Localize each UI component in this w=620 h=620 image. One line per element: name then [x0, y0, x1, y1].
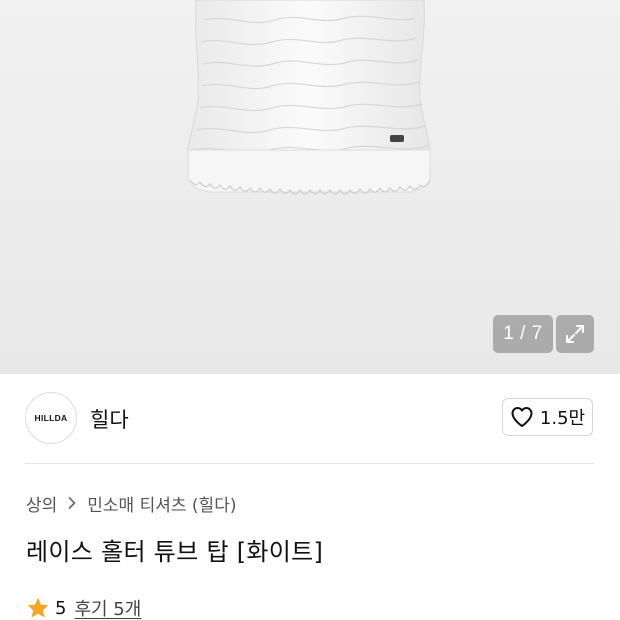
expand-image-button[interactable]	[556, 315, 594, 353]
image-counter: 1 / 7	[493, 315, 553, 353]
rating-score: 5	[55, 597, 67, 619]
breadcrumb-category[interactable]: 상의	[26, 491, 57, 516]
divider	[25, 463, 595, 464]
brand-name[interactable]: 힐다	[90, 404, 129, 434]
brand-logo-text: HILLDA	[34, 413, 68, 423]
heart-outline-icon	[511, 407, 533, 427]
like-button[interactable]: 1.5만	[502, 398, 593, 436]
rating-row: 5 후기 5개	[26, 594, 141, 620]
review-count-link[interactable]: 후기 5개	[74, 595, 141, 620]
product-title: 레이스 홀터 튜브 탑 [화이트]	[26, 538, 324, 566]
product-detail-page: 1 / 7 HILLDA 힐다 1.5만 상의 민소매 티셔츠 (힐다) 레이스…	[0, 0, 620, 620]
expand-icon	[566, 325, 584, 343]
breadcrumb-subcategory[interactable]: 민소매 티셔츠 (힐다)	[87, 491, 236, 516]
product-image-gallery[interactable]: 1 / 7	[0, 0, 620, 374]
star-icon	[27, 597, 49, 618]
brand-row: HILLDA 힐다 1.5만	[0, 374, 620, 464]
breadcrumb: 상의 민소매 티셔츠 (힐다)	[26, 490, 236, 516]
chevron-right-icon	[67, 496, 77, 510]
brand-logo[interactable]: HILLDA	[25, 392, 77, 444]
like-count: 1.5만	[539, 408, 586, 429]
